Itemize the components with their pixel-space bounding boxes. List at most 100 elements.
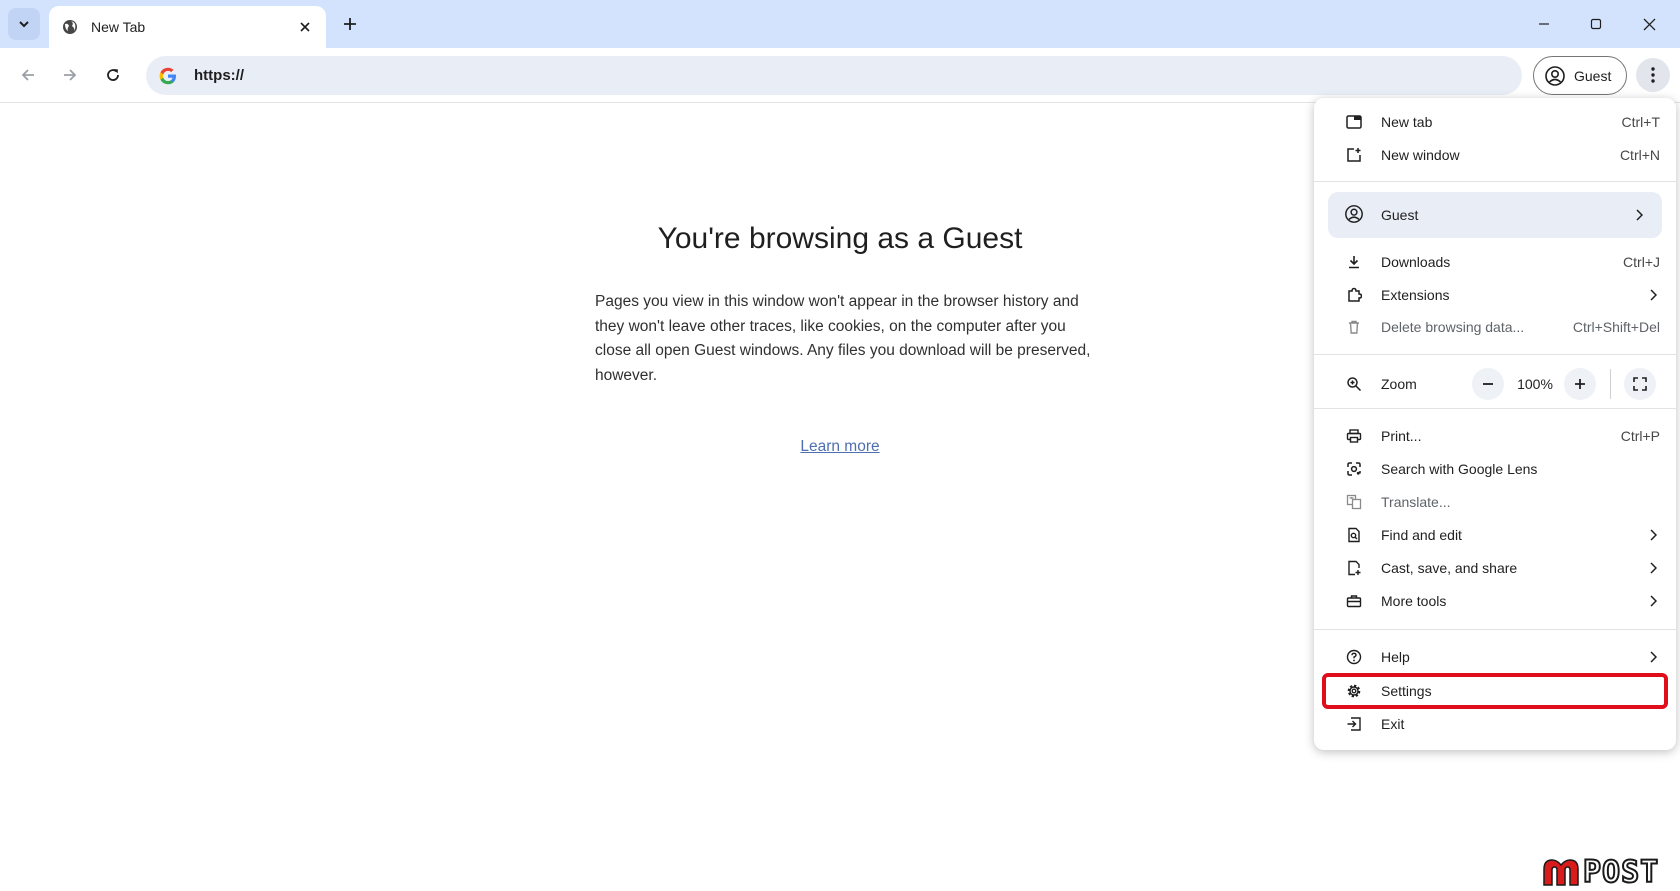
menu-item-find-edit[interactable]: Find and edit — [1314, 519, 1676, 551]
zoom-divider — [1610, 369, 1611, 399]
google-lens-icon — [1344, 459, 1364, 479]
chevron-right-icon — [1646, 288, 1660, 302]
maximize-icon — [1590, 18, 1602, 30]
zoom-in-button[interactable] — [1564, 368, 1596, 400]
account-circle-icon — [1545, 65, 1565, 86]
toolbar: https:// Guest — [0, 48, 1680, 103]
menu-label: New window — [1381, 147, 1460, 163]
menu-item-new-tab[interactable]: New tab Ctrl+T — [1314, 106, 1676, 138]
menu-label: Guest — [1381, 207, 1419, 223]
menu-divider — [1314, 354, 1676, 355]
address-bar[interactable]: https:// — [146, 56, 1522, 95]
menu-item-downloads[interactable]: Downloads Ctrl+J — [1314, 246, 1676, 278]
globe-icon — [61, 18, 79, 36]
arrow-right-icon — [64, 69, 77, 81]
tab-title: New Tab — [91, 19, 146, 35]
menu-item-print[interactable]: Print... Ctrl+P — [1314, 420, 1676, 452]
watermark: POST — [1541, 854, 1677, 891]
minimize-button[interactable] — [1519, 0, 1569, 48]
chevron-right-icon — [1632, 208, 1646, 222]
zoom-icon — [1344, 374, 1364, 394]
forward-button[interactable] — [53, 58, 87, 92]
chevron-right-icon — [1646, 561, 1660, 575]
menu-shortcut: Ctrl+N — [1619, 147, 1660, 163]
help-icon — [1344, 647, 1364, 667]
chevron-right-icon — [1646, 650, 1660, 664]
back-button[interactable] — [11, 58, 45, 92]
menu-button[interactable] — [1636, 58, 1670, 92]
menu-divider — [1314, 181, 1676, 182]
trash-icon — [1344, 317, 1364, 337]
tab-strip: New Tab — [0, 0, 1680, 48]
maximize-button[interactable] — [1571, 0, 1621, 48]
fullscreen-icon — [1633, 377, 1647, 391]
google-g-icon — [156, 64, 180, 88]
menu-label: Cast, save, and share — [1381, 560, 1518, 576]
menu-item-extensions[interactable]: Extensions — [1314, 279, 1676, 311]
plus-icon — [344, 18, 356, 30]
menu-label: Zoom — [1381, 376, 1417, 392]
url-text[interactable]: https:// — [194, 67, 244, 84]
menu-label: Help — [1381, 649, 1410, 665]
watermark-text: POST — [1582, 854, 1660, 891]
guest-description: Pages you view in this window won't appe… — [595, 293, 1091, 384]
close-icon — [1643, 18, 1655, 30]
menu-label: Translate... — [1381, 494, 1451, 510]
menu-item-translate[interactable]: Translate... — [1314, 486, 1676, 518]
find-page-icon — [1344, 525, 1364, 545]
menu-item-guest[interactable]: Guest — [1328, 192, 1662, 238]
menu-item-help[interactable]: Help — [1314, 641, 1676, 673]
learn-more-link[interactable]: Learn more — [560, 438, 1120, 456]
menu-label: Print... — [1381, 428, 1422, 444]
menu-label: Search with Google Lens — [1381, 461, 1538, 477]
account-circle-icon — [1344, 204, 1364, 224]
app-menu: New tab Ctrl+T New window Ctrl+N Guest D… — [1314, 98, 1676, 750]
more-vert-icon — [1651, 67, 1655, 83]
tab-close-button[interactable] — [294, 16, 316, 38]
zoom-value: 100% — [1517, 376, 1553, 392]
reload-icon — [107, 69, 119, 81]
menu-label: Find and edit — [1381, 527, 1462, 543]
minus-icon — [1483, 383, 1493, 385]
menu-item-cast-save-share[interactable]: Cast, save, and share — [1314, 552, 1676, 584]
menu-label: Delete browsing data... — [1381, 319, 1525, 335]
window-close-button[interactable] — [1624, 0, 1674, 48]
menu-item-zoom: Zoom 100% — [1314, 365, 1676, 403]
fullscreen-button[interactable] — [1624, 368, 1656, 400]
menu-item-delete-browsing-data[interactable]: Delete browsing data... Ctrl+Shift+Del — [1314, 311, 1676, 343]
printer-icon — [1344, 426, 1364, 446]
menu-item-new-window[interactable]: New window Ctrl+N — [1314, 139, 1676, 171]
menu-item-google-lens[interactable]: Search with Google Lens — [1314, 453, 1676, 485]
menu-shortcut: Ctrl+T — [1621, 114, 1661, 130]
arrow-left-icon — [21, 69, 34, 81]
page-title: You're browsing as a Guest — [657, 222, 1023, 255]
new-tab-button[interactable] — [334, 8, 366, 40]
menu-label: Extensions — [1381, 287, 1450, 303]
menu-divider — [1314, 408, 1676, 409]
download-icon — [1344, 252, 1364, 272]
cast-save-icon — [1344, 558, 1364, 578]
tab-new-tab[interactable]: New Tab — [49, 6, 326, 48]
puzzle-icon — [1344, 285, 1364, 305]
menu-shortcut: Ctrl+P — [1620, 428, 1660, 444]
settings-highlight-box — [1322, 673, 1668, 709]
plus-icon — [1575, 379, 1585, 389]
profile-label: Guest — [1574, 67, 1612, 84]
menu-item-exit[interactable]: Exit — [1314, 708, 1676, 740]
menu-divider — [1314, 629, 1676, 630]
profile-button[interactable]: Guest — [1533, 56, 1627, 95]
minimize-icon — [1539, 23, 1549, 25]
new-window-icon — [1344, 145, 1364, 165]
reload-button[interactable] — [96, 58, 130, 92]
exit-icon — [1344, 714, 1364, 734]
tab-search-button[interactable] — [8, 8, 40, 40]
menu-label: Downloads — [1381, 254, 1451, 270]
menu-shortcut: Ctrl+J — [1623, 254, 1660, 270]
translate-icon — [1344, 492, 1364, 512]
chevron-right-icon — [1646, 594, 1660, 608]
menu-label: New tab — [1381, 114, 1433, 130]
chevron-right-icon — [1646, 528, 1660, 542]
menu-item-more-tools[interactable]: More tools — [1314, 585, 1676, 617]
chevron-down-icon — [19, 21, 29, 28]
zoom-out-button[interactable] — [1472, 368, 1504, 400]
